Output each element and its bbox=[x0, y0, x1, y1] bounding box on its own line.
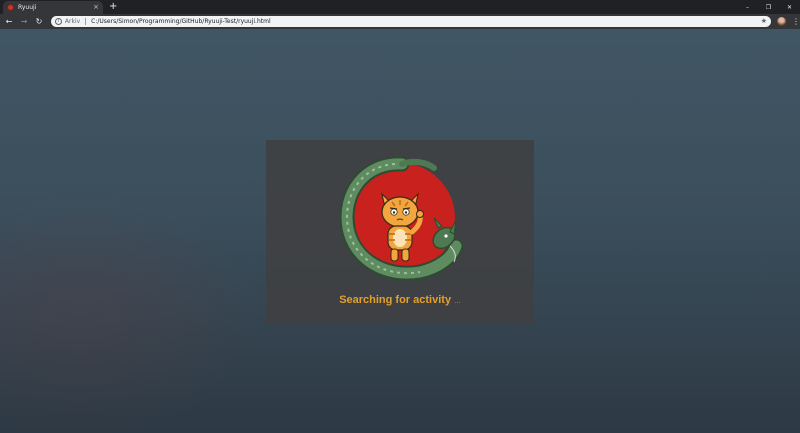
tab-ryuuji[interactable]: Ryuuji × bbox=[3, 1, 103, 14]
reload-button[interactable]: ↻ bbox=[33, 16, 45, 28]
address-bar[interactable]: i Arkiv C:/Users/Simon/Programming/GitHu… bbox=[50, 16, 772, 27]
kebab-menu-icon[interactable]: ⋮ bbox=[792, 17, 800, 26]
status-dots: ... bbox=[454, 296, 461, 305]
ryuuji-logo bbox=[339, 156, 464, 281]
page-viewport: Searching for activity ... bbox=[0, 29, 800, 433]
status-text: Searching for activity ... bbox=[266, 294, 534, 306]
star-icon[interactable]: ★ bbox=[761, 17, 767, 25]
info-icon[interactable]: i bbox=[54, 18, 62, 25]
forward-button[interactable]: → bbox=[18, 16, 30, 28]
address-scheme-label: Arkiv bbox=[64, 18, 81, 25]
status-card: Searching for activity ... bbox=[266, 140, 534, 323]
close-window-button[interactable]: ✕ bbox=[779, 0, 800, 14]
address-divider bbox=[85, 18, 87, 25]
browser-toolbar: ← → ↻ i Arkiv C:/Users/Simon/Programming… bbox=[0, 14, 800, 29]
maximize-button[interactable]: ❐ bbox=[758, 0, 779, 14]
address-url[interactable]: C:/Users/Simon/Programming/GitHub/Ryuuji… bbox=[91, 18, 270, 25]
tab-close-icon[interactable]: × bbox=[93, 4, 99, 11]
status-label: Searching for activity bbox=[339, 294, 452, 306]
avatar[interactable] bbox=[777, 17, 786, 26]
back-button[interactable]: ← bbox=[3, 16, 15, 28]
tab-strip: Ryuuji × + – ❐ ✕ bbox=[0, 0, 800, 14]
new-tab-button[interactable]: + bbox=[109, 2, 117, 12]
minimize-button[interactable]: – bbox=[737, 0, 758, 14]
window-controls: – ❐ ✕ bbox=[737, 0, 800, 14]
favicon-icon bbox=[7, 4, 14, 11]
tab-title: Ryuuji bbox=[18, 4, 37, 11]
